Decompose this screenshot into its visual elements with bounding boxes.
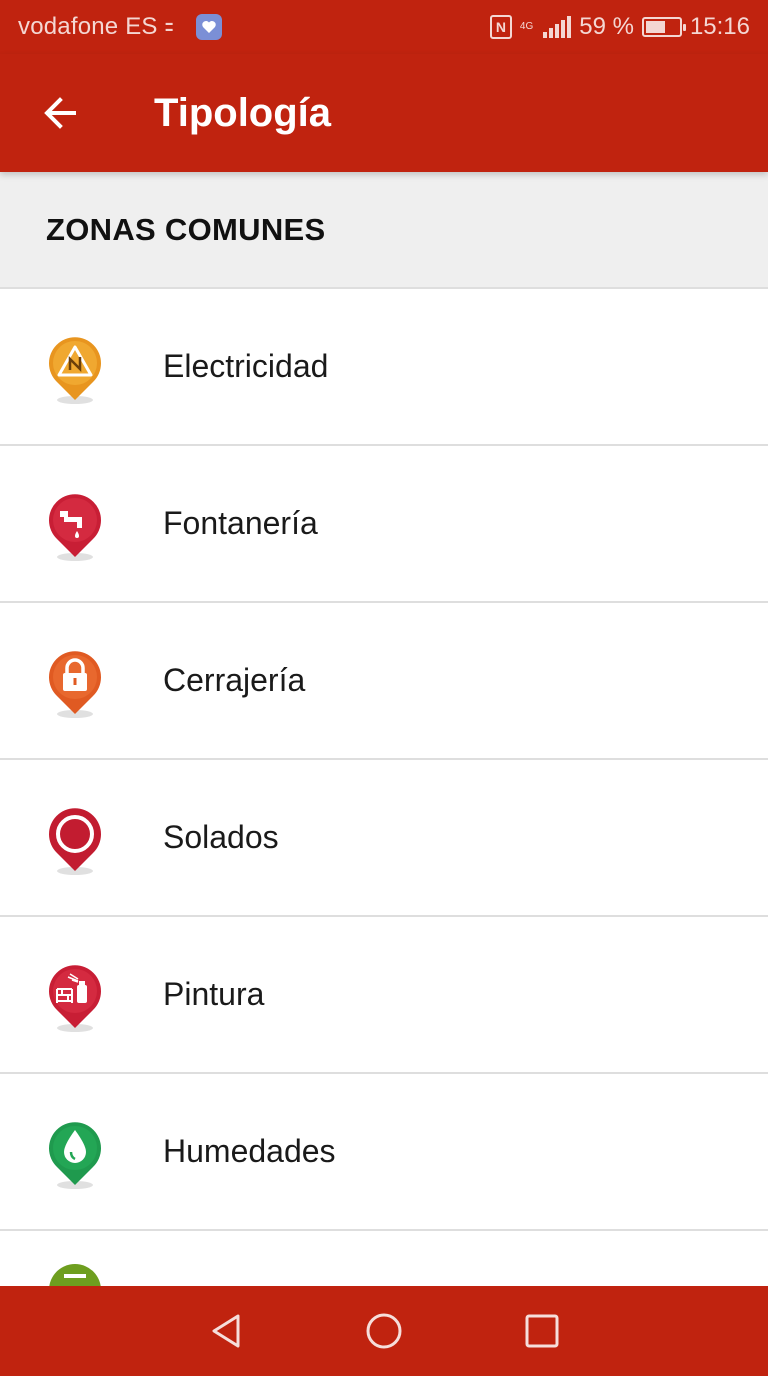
status-time: 15:16 xyxy=(689,13,750,40)
category-list: Electricidad Fontanería Cerrajería Solad… xyxy=(0,289,768,1231)
item-label: Electricidad xyxy=(163,348,329,384)
item-label: Pintura xyxy=(163,976,265,1012)
navigation-bar xyxy=(0,1286,768,1376)
list-item-electricidad[interactable]: Electricidad xyxy=(0,289,768,446)
section-title: ZONAS COMUNES xyxy=(46,211,326,247)
item-label: Cerrajería xyxy=(163,662,306,698)
carrier-name: vodafone ES xyxy=(18,13,158,40)
status-right: N 4G 59 % 15:16 xyxy=(489,13,750,41)
list-item-humedades[interactable]: Humedades xyxy=(0,1074,768,1231)
nav-back-button[interactable] xyxy=(206,1306,246,1356)
faucet-icon xyxy=(40,484,110,564)
operator-logo-icon: ▬ ▬ xyxy=(165,20,173,33)
back-button[interactable] xyxy=(30,83,90,143)
battery-level-fill xyxy=(645,21,665,33)
item-label: Fontanería xyxy=(163,505,318,541)
category-icon xyxy=(49,1264,101,1286)
nav-recents-button[interactable] xyxy=(522,1306,562,1356)
circle-home-icon xyxy=(366,1313,402,1349)
floor-circle-icon xyxy=(40,798,110,878)
status-bar: vodafone ES ▬ ▬ N 4G 59 % 15:16 xyxy=(0,0,768,54)
back-arrow-icon xyxy=(44,97,76,129)
padlock-icon xyxy=(40,641,110,721)
list-item-pintura[interactable]: Pintura xyxy=(0,917,768,1074)
network-type: 4G xyxy=(519,21,534,32)
list-item-fontaneria[interactable]: Fontanería xyxy=(0,446,768,603)
battery-percent: 59 % xyxy=(579,13,634,40)
electricity-icon xyxy=(40,327,110,407)
item-label: Solados xyxy=(163,819,279,855)
notification-app-icon xyxy=(195,14,222,40)
signal-strength-icon xyxy=(543,16,572,38)
status-left: vodafone ES ▬ ▬ xyxy=(18,13,222,41)
page-title: Tipología xyxy=(154,90,332,135)
water-drop-icon xyxy=(40,1112,110,1192)
item-label: Humedades xyxy=(163,1133,336,1169)
triangle-back-icon xyxy=(212,1314,240,1348)
list-item-cerrajeria[interactable]: Cerrajería xyxy=(0,603,768,760)
paint-spray-icon xyxy=(40,955,110,1035)
list-item-partial[interactable] xyxy=(0,1232,768,1286)
section-header: ZONAS COMUNES xyxy=(0,172,768,289)
nfc-icon: N xyxy=(489,15,512,39)
battery-icon xyxy=(641,17,686,37)
nav-home-button[interactable] xyxy=(364,1306,404,1356)
square-recents-icon xyxy=(525,1314,559,1348)
list-item-solados[interactable]: Solados xyxy=(0,760,768,917)
app-bar: Tipología xyxy=(0,54,768,172)
